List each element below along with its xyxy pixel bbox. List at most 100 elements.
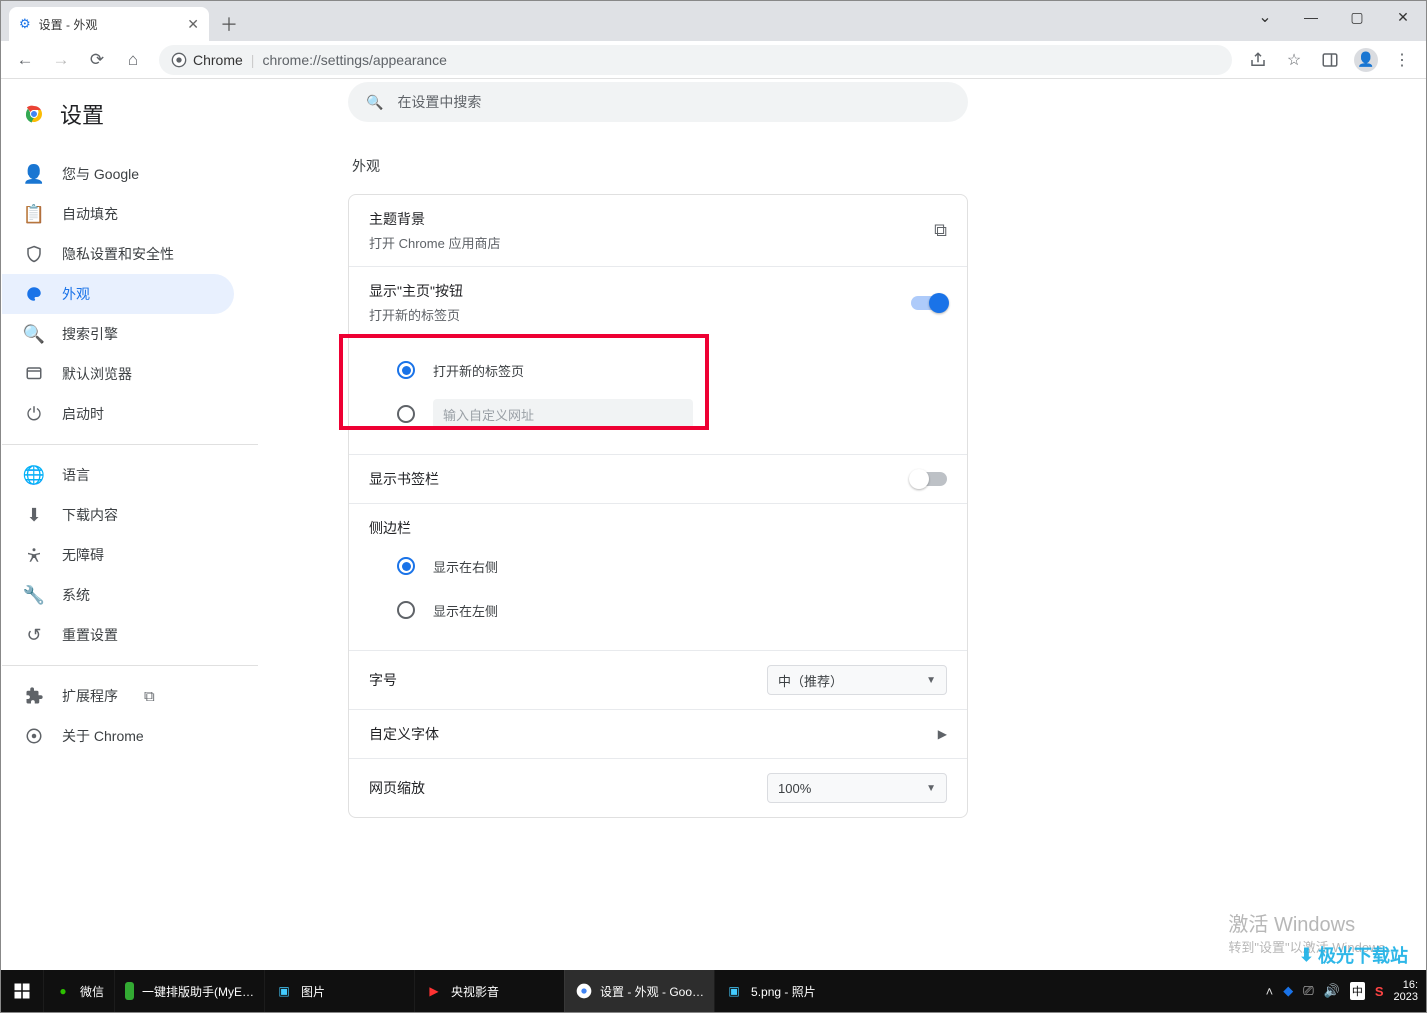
person-icon: 👤 [24,164,44,185]
sidepanel-right-option[interactable]: 显示在右侧 [397,544,947,588]
browser-tab[interactable]: ⚙ 设置 - 外观 ✕ [9,7,209,41]
sidebar-item-autofill[interactable]: 📋自动填充 [2,194,234,234]
home-button-toggle[interactable] [911,296,947,310]
sidebar-item-appearance[interactable]: 外观 [2,274,234,314]
search-placeholder: 在设置中搜索 [397,92,481,112]
window-close-button[interactable]: ✕ [1380,1,1426,33]
chevron-right-icon: ▶ [938,727,947,741]
tray-clock[interactable]: 16: 2023 [1394,979,1418,1003]
omnibox-url: chrome://settings/appearance [262,52,446,68]
taskbar-item-image-viewer[interactable]: ▣5.png - 照片 [714,970,864,1012]
tray-ime-indicator[interactable]: 中 [1350,982,1365,1000]
custom-url-input[interactable]: 输入自定义网址 [433,399,693,429]
sidepanel-title-row: 侧边栏 [349,503,967,544]
option-custom-url[interactable]: 输入自定义网址 [397,392,947,436]
more-menu-icon[interactable]: ⋮ [1386,44,1418,76]
page-zoom-row: 网页缩放 100% ▼ [349,758,967,817]
download-icon: ⬇ [24,505,44,526]
browser-icon [24,365,44,383]
settings-search-input[interactable]: 🔍 在设置中搜索 [348,82,968,122]
tab-search-chevron-icon[interactable]: ⌄ [1242,1,1288,33]
external-link-icon[interactable]: ⧉ [934,220,947,241]
tab-title: 设置 - 外观 [39,16,98,33]
taskbar-item-typeset[interactable]: 一键排版助手(MyE… [114,970,264,1012]
sidebar-item-downloads[interactable]: ⬇下载内容 [2,495,234,535]
sidebar-item-system[interactable]: 🔧系统 [2,575,234,615]
option-new-tab[interactable]: 打开新的标签页 [397,348,947,392]
chrome-logo-icon [171,52,187,68]
palette-icon [24,285,44,303]
theme-row[interactable]: 主题背景 打开 Chrome 应用商店 ⧉ [349,195,967,266]
omnibox[interactable]: Chrome | chrome://settings/appearance [159,45,1232,75]
back-button[interactable]: ← [9,44,41,76]
tray-network-icon[interactable]: ⎚ [1303,983,1313,999]
radio-icon [397,405,415,423]
settings-sidebar: 设置 👤您与 Google 📋自动填充 隐私设置和安全性 外观 🔍搜索引擎 默认… [2,80,258,970]
tray-chevron-icon[interactable]: ˄ [1266,984,1274,999]
appearance-section-title: 外观 [352,156,380,176]
font-size-row: 字号 中（推荐） ▼ [349,650,967,709]
window-titlebar: ⚙ 设置 - 外观 ✕ ＋ ⌄ — ▢ ✕ [1,1,1426,41]
chrome-logo-icon [22,102,46,126]
profile-avatar[interactable]: 👤 [1350,44,1382,76]
gear-icon: ⚙ [19,16,31,32]
sidebar-item-default-browser[interactable]: 默认浏览器 [2,354,234,394]
home-button-row: 显示"主页"按钮 打开新的标签页 [349,266,967,338]
custom-fonts-row[interactable]: 自定义字体 ▶ [349,709,967,758]
window-minimize-button[interactable]: — [1288,1,1334,33]
extension-icon [24,687,44,705]
appearance-card: 主题背景 打开 Chrome 应用商店 ⧉ 显示"主页"按钮 打开新的标签页 [348,194,968,818]
chevron-down-icon: ▼ [926,783,936,794]
shield-icon [24,245,44,263]
sidebar-item-search-engine[interactable]: 🔍搜索引擎 [2,314,234,354]
window-maximize-button[interactable]: ▢ [1334,1,1380,33]
sidebar-item-about-chrome[interactable]: 关于 Chrome [2,716,234,756]
share-icon[interactable] [1242,44,1274,76]
start-button[interactable] [1,970,43,1012]
side-panel-icon[interactable] [1314,44,1346,76]
forward-button[interactable]: → [45,44,77,76]
chrome-icon [24,727,44,745]
sidebar-item-accessibility[interactable]: 无障碍 [2,535,234,575]
taskbar-item-cctv[interactable]: ▶央视影音 [414,970,564,1012]
sidebar-item-extensions[interactable]: 扩展程序⧉ [2,676,234,716]
sidebar-item-privacy[interactable]: 隐私设置和安全性 [2,234,234,274]
sidebar-item-startup[interactable]: ⏻启动时 [2,394,234,434]
omnibox-scheme-label: Chrome [193,52,243,68]
home-button-options: 打开新的标签页 输入自定义网址 [349,338,967,454]
font-size-select[interactable]: 中（推荐） ▼ [767,665,947,695]
page-zoom-select[interactable]: 100% ▼ [767,773,947,803]
radio-icon [397,601,415,619]
search-icon: 🔍 [366,94,383,111]
reload-button[interactable]: ⟳ [81,44,113,76]
site-watermark: ⬇极光下载站 [1299,942,1408,968]
radio-icon [397,361,415,379]
settings-header-title: 设置 [60,98,104,130]
bookmark-star-icon[interactable]: ☆ [1278,44,1310,76]
sidebar-item-reset[interactable]: ↺重置设置 [2,615,234,655]
radio-icon [397,557,415,575]
windows-taskbar[interactable]: ●微信 一键排版助手(MyE… ▣图片 ▶央视影音 设置 - 外观 - Goo…… [1,970,1426,1012]
close-tab-icon[interactable]: ✕ [187,16,199,33]
autofill-icon: 📋 [24,204,44,225]
sidebar-item-languages[interactable]: 🌐语言 [2,455,234,495]
bookmarks-bar-row: 显示书签栏 [349,454,967,503]
power-icon: ⏻ [24,404,44,425]
search-icon: 🔍 [24,324,44,345]
taskbar-item-photos[interactable]: ▣图片 [264,970,414,1012]
taskbar-item-wechat[interactable]: ●微信 [43,970,114,1012]
external-link-icon: ⧉ [144,688,155,705]
globe-icon: 🌐 [24,465,44,486]
sidepanel-left-option[interactable]: 显示在左侧 [397,588,947,632]
bookmarks-bar-toggle[interactable] [911,472,947,486]
sidebar-item-you-and-google[interactable]: 👤您与 Google [2,154,234,194]
reset-icon: ↺ [24,625,44,646]
tray-volume-icon[interactable]: 🔊 [1324,983,1340,999]
tray-sogou-icon[interactable]: S [1375,984,1384,999]
wrench-icon: 🔧 [24,585,44,606]
new-tab-button[interactable]: ＋ [215,10,243,38]
home-button[interactable]: ⌂ [117,44,149,76]
taskbar-item-chrome-settings[interactable]: 设置 - 外观 - Goo… [564,970,714,1012]
chevron-down-icon: ▼ [926,675,936,686]
tray-app-icon[interactable]: ◆ [1283,983,1293,999]
